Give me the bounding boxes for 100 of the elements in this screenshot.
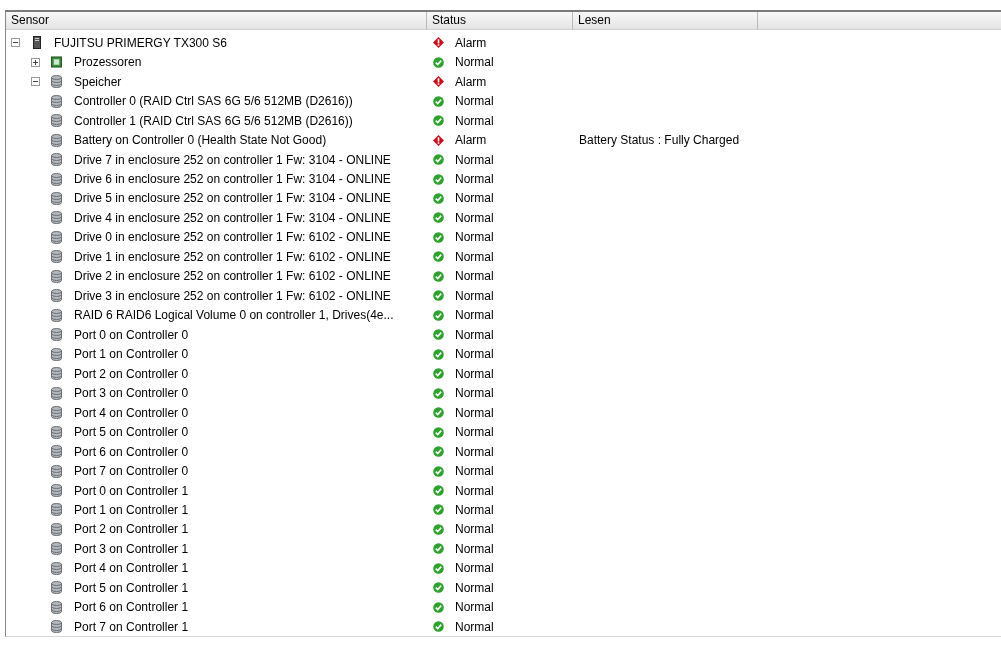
database-icon — [51, 94, 62, 108]
status-text: Normal — [455, 366, 494, 381]
database-icon — [51, 347, 62, 361]
sensor-name[interactable]: RAID 6 RAID6 Logical Volume 0 on controller 1, Drives(4e... — [74, 308, 394, 323]
reading-text: Battery Status : Fully Charged — [579, 133, 740, 148]
database-icon — [51, 269, 62, 283]
status-text: Normal — [455, 503, 494, 517]
database-icon — [51, 250, 62, 264]
status-column-header[interactable]: Status — [427, 12, 573, 29]
sensor-name[interactable]: Drive 2 in enclosure 252 on controller 1 Fw: 6102 - ONLINE — [74, 269, 391, 284]
status-text: Normal — [455, 619, 494, 634]
sensor-name[interactable]: Drive 0 in enclosure 252 on controller 1 Fw: 6102 - ONLINE — [74, 230, 391, 245]
sensor-name[interactable]: Drive 6 in enclosure 252 on controller 1 Fw: 3104 - ONLINE — [74, 172, 391, 186]
status-text: Normal — [455, 249, 494, 264]
status-text: Normal — [455, 191, 494, 206]
database-icon — [51, 75, 62, 89]
sensor-name[interactable]: Controller 1 (RAID Ctrl SAS 6G 5/6 512MB (D2616)) — [74, 113, 353, 128]
sensor-name[interactable]: Port 7 on Controller 0 — [74, 464, 189, 479]
database-icon — [51, 542, 62, 556]
server-icon — [32, 36, 41, 50]
status-text: Normal — [455, 561, 494, 576]
status-text: Normal — [455, 308, 494, 323]
sensor-name[interactable]: Controller 0 (RAID Ctrl SAS 6G 5/6 512MB (D2616)) — [74, 94, 353, 109]
sensor-name[interactable]: Port 0 on Controller 0 — [74, 327, 189, 342]
database-icon — [51, 406, 62, 420]
database-icon — [51, 581, 62, 595]
database-icon — [51, 133, 62, 147]
database-icon — [51, 192, 62, 205]
sensor-name[interactable]: Port 1 on Controller 0 — [74, 347, 189, 362]
status-text: Normal — [455, 580, 494, 595]
collapse-toggle[interactable] — [11, 38, 20, 48]
reading-column-header[interactable]: Lesen — [573, 12, 758, 29]
database-icon — [51, 153, 62, 167]
status-text: Normal — [455, 600, 494, 615]
sensor-name[interactable]: Speicher — [74, 74, 122, 89]
sensor-name[interactable]: Port 6 on Controller 0 — [74, 444, 189, 459]
status-text: Normal — [455, 327, 494, 342]
status-text: Normal — [455, 522, 494, 537]
status-text: Normal — [455, 444, 494, 459]
collapse-toggle[interactable] — [31, 77, 40, 87]
sensor-name[interactable]: Drive 7 in enclosure 252 on controller 1 Fw: 3104 - ONLINE — [74, 152, 391, 167]
status-text: Alarm — [455, 74, 487, 89]
sensor-name[interactable]: Prozessoren — [74, 55, 142, 70]
database-icon — [51, 172, 62, 186]
status-text: Normal — [455, 405, 494, 420]
database-icon — [51, 308, 62, 322]
database-icon — [51, 289, 62, 303]
status-text: Normal — [455, 347, 494, 362]
status-text: Normal — [455, 152, 494, 167]
status-text: Normal — [455, 113, 494, 128]
status-text: Normal — [455, 425, 494, 440]
database-icon — [51, 600, 62, 614]
status-text: Normal — [455, 172, 494, 186]
sensor-name[interactable]: Port 6 on Controller 1 — [74, 600, 189, 615]
sensor-name[interactable]: Drive 1 in enclosure 252 on controller 1 Fw: 6102 - ONLINE — [74, 249, 391, 264]
status-text: Normal — [455, 464, 494, 479]
database-icon — [51, 230, 62, 244]
status-text: Alarm — [455, 35, 487, 50]
database-icon — [51, 620, 62, 634]
sensor-name[interactable]: Port 5 on Controller 1 — [74, 580, 189, 595]
database-icon — [51, 386, 62, 400]
status-text: Normal — [455, 541, 494, 556]
database-icon — [51, 522, 62, 536]
status-text: Alarm — [455, 133, 487, 148]
database-icon — [51, 425, 62, 439]
database-icon — [51, 367, 62, 381]
sensor-name[interactable]: FUJITSU PRIMERGY TX300 S6 — [54, 35, 227, 50]
chip-icon — [51, 56, 62, 69]
database-icon — [51, 503, 62, 517]
sensor-name[interactable]: Port 3 on Controller 0 — [74, 386, 189, 401]
sensor-column-header[interactable]: Sensor — [6, 12, 427, 29]
database-icon — [51, 114, 62, 128]
status-text: Normal — [455, 269, 494, 284]
status-text: Normal — [455, 386, 494, 401]
database-icon — [51, 445, 62, 459]
database-icon — [51, 211, 62, 225]
status-text: Normal — [455, 55, 494, 70]
sensor-name[interactable]: Port 2 on Controller 1 — [74, 522, 189, 537]
database-icon — [51, 328, 62, 342]
database-icon — [51, 561, 62, 575]
status-text: Normal — [455, 483, 494, 498]
sensor-name[interactable]: Port 3 on Controller 1 — [74, 541, 189, 556]
status-text: Normal — [455, 288, 494, 303]
status-text: Normal — [455, 94, 494, 109]
sensor-name[interactable]: Port 4 on Controller 1 — [74, 561, 189, 576]
sensor-name[interactable]: Port 7 on Controller 1 — [74, 619, 189, 634]
expand-toggle[interactable] — [31, 57, 40, 67]
database-icon — [51, 464, 62, 478]
sensor-name[interactable]: Port 0 on Controller 1 — [74, 483, 189, 498]
sensor-name[interactable]: Port 5 on Controller 0 — [74, 425, 189, 440]
sensor-name[interactable]: Port 4 on Controller 0 — [74, 405, 189, 420]
sensor-name[interactable]: Port 1 on Controller 1 — [74, 503, 189, 517]
sensor-name[interactable]: Battery on Controller 0 (Health State Not Good) — [74, 133, 327, 148]
sensor-name[interactable]: Drive 4 in enclosure 252 on controller 1 Fw: 3104 - ONLINE — [74, 210, 391, 225]
sensor-name[interactable]: Drive 3 in enclosure 252 on controller 1 Fw: 6102 - ONLINE — [74, 288, 391, 303]
sensor-name[interactable]: Drive 5 in enclosure 252 on controller 1 Fw: 3104 - ONLINE — [74, 191, 391, 206]
status-text: Normal — [455, 210, 494, 225]
sensor-name[interactable]: Port 2 on Controller 0 — [74, 366, 189, 381]
status-text: Normal — [455, 230, 494, 245]
database-icon — [51, 484, 62, 497]
